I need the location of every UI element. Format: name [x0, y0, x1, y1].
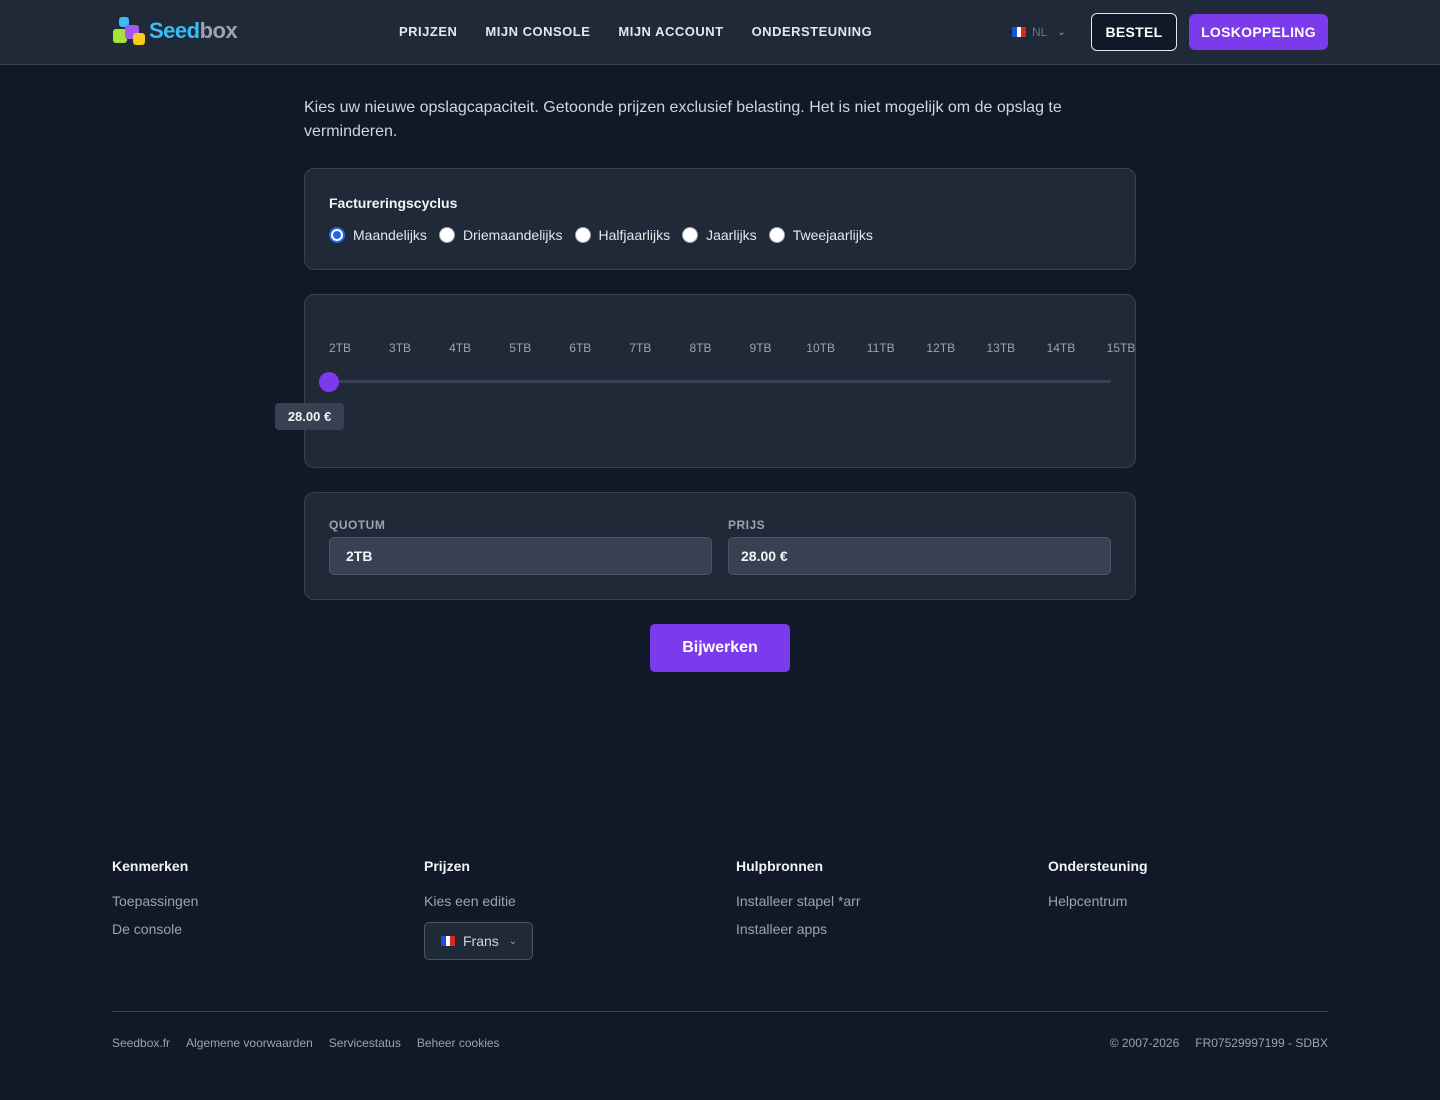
radio-button[interactable] — [574, 227, 591, 243]
footer-divider — [112, 1011, 1328, 1012]
footer-link-status[interactable]: Servicestatus — [329, 1036, 401, 1050]
slider-track[interactable] — [329, 380, 1111, 383]
language-switcher[interactable]: NL ⌄ — [1012, 25, 1066, 39]
logo-wordmark: Seedbox — [149, 18, 238, 43]
footer-col-features: Kenmerken Toepassingen De console — [112, 858, 198, 948]
main-nav: PRIJZEN MIJN CONSOLE MIJN ACCOUNT ONDERS… — [399, 24, 872, 39]
radio-biennial[interactable]: Tweejaarlijks — [768, 227, 873, 243]
order-button[interactable]: BESTEL — [1091, 13, 1177, 51]
slider-tick-label: 9TB — [749, 341, 772, 355]
nav-support[interactable]: ONDERSTEUNING — [752, 24, 873, 39]
footer-language-label: Frans — [463, 933, 499, 949]
quota-price-card: QUOTUM 2TB PRIJS 28.00 € — [304, 492, 1136, 600]
slider-tick-label: 4TB — [449, 341, 472, 355]
chevron-down-icon: ⌄ — [508, 935, 518, 947]
slider-tick-label: 5TB — [509, 341, 532, 355]
slider-tick-label: 13TB — [986, 341, 1016, 355]
storage-slider-card: 2TB 3TB 4TB 5TB 6TB 7TB 8TB 9TB 10TB 11TB 12TB 13TB… — [275, 294, 1136, 468]
quota-field: 2TB — [329, 537, 712, 575]
radio-button-checked[interactable] — [329, 227, 345, 243]
radio-button[interactable] — [768, 227, 785, 243]
footer-link-applications[interactable]: Toepassingen — [112, 892, 198, 910]
footer-heading: Ondersteuning — [1048, 858, 1148, 874]
slider-tick-label: 12TB — [926, 341, 956, 355]
company-id: FR07529997199 - SDBX — [1195, 1036, 1328, 1050]
slider-thumb[interactable] — [319, 372, 339, 392]
footer-heading: Kenmerken — [112, 858, 189, 874]
top-header: Seedbox PRIJZEN MIJN CONSOLE MIJN ACCOUN… — [0, 0, 1440, 65]
footer-col-support: Ondersteuning Helpcentrum — [1048, 858, 1148, 920]
footer-link-install-apps[interactable]: Installeer apps — [736, 920, 861, 938]
radio-quarterly[interactable]: Driemaandelijks — [438, 227, 563, 243]
slider-tick-label: 14TB — [1046, 341, 1076, 355]
slider-tick-label: 8TB — [689, 341, 712, 355]
footer-link-seedbox[interactable]: Seedbox.fr — [112, 1036, 170, 1050]
slider-tick-label: 3TB — [389, 341, 412, 355]
footer-link-choose-edition[interactable]: Kies een editie — [424, 892, 533, 910]
update-button[interactable]: Bijwerken — [650, 624, 790, 672]
billing-cycle-card: Factureringscyclus Maandelijks Driemaand… — [304, 168, 1136, 270]
slider-tick-label: 15TB — [1106, 341, 1136, 355]
nav-prices[interactable]: PRIJZEN — [399, 24, 457, 39]
intro-text: Kies uw nieuwe opslagcapaciteit. Getoond… — [304, 99, 1062, 140]
footer-link-help-center[interactable]: Helpcentrum — [1048, 892, 1148, 910]
billing-cycle-radio-group: Maandelijks Driemaandelijks Halfjaarlijk… — [329, 227, 885, 243]
slider-tick-label: 2TB — [328, 341, 352, 355]
logo-mark-icon — [113, 15, 149, 47]
radio-button[interactable] — [438, 227, 455, 243]
quota-label: QUOTUM — [329, 518, 386, 532]
footer-heading: Hulpbronnen — [736, 858, 824, 874]
footer-heading: Prijzen — [424, 858, 470, 874]
chevron-down-icon: ⌄ — [1057, 26, 1066, 38]
flag-fr-icon — [1012, 27, 1027, 37]
footer-col-prices: Prijzen Kies een editie Frans ⌄ — [424, 858, 533, 960]
slider-tick-label: 10TB — [806, 341, 835, 355]
radio-semiannual[interactable]: Halfjaarlijks — [574, 227, 670, 243]
slider-tick-label: 7TB — [629, 341, 652, 355]
footer-link-terms[interactable]: Algemene voorwaarden — [186, 1036, 313, 1050]
nav-my-account[interactable]: MIJN ACCOUNT — [618, 24, 723, 39]
footer-link-install-arr[interactable]: Installeer stapel *arr — [736, 892, 861, 910]
radio-monthly[interactable]: Maandelijks — [329, 227, 427, 243]
language-code: NL — [1032, 25, 1048, 39]
footer-language-select[interactable]: Frans ⌄ — [424, 922, 533, 960]
footer-link-cookies[interactable]: Beheer cookies — [417, 1036, 500, 1050]
logout-button[interactable]: LOSKOPPELING — [1189, 14, 1328, 50]
radio-yearly[interactable]: Jaarlijks — [682, 227, 757, 243]
flag-fr-icon — [441, 936, 456, 946]
price-label: PRIJS — [728, 518, 766, 532]
slider-tick-label: 6TB — [569, 341, 592, 355]
footer-legal-links: Seedbox.fr Algemene voorwaarden Services… — [112, 1036, 500, 1050]
footer-copyright: © 2007-2026 FR07529997199 - SDBX — [1110, 1036, 1328, 1050]
slider-tick-label: 11TB — [866, 341, 895, 355]
footer-link-console[interactable]: De console — [112, 920, 198, 938]
billing-cycle-title: Factureringscyclus — [329, 195, 458, 211]
radio-button[interactable] — [682, 227, 699, 243]
nav-my-console[interactable]: MIJN CONSOLE — [485, 24, 590, 39]
seedbox-logo[interactable]: Seedbox — [113, 15, 245, 47]
slider-price-tooltip: 28.00 € — [275, 403, 344, 430]
price-field: 28.00 € — [728, 537, 1111, 575]
footer-col-resources: Hulpbronnen Installeer stapel *arr Insta… — [736, 858, 861, 948]
copyright-text: © 2007-2026 — [1109, 1036, 1180, 1050]
